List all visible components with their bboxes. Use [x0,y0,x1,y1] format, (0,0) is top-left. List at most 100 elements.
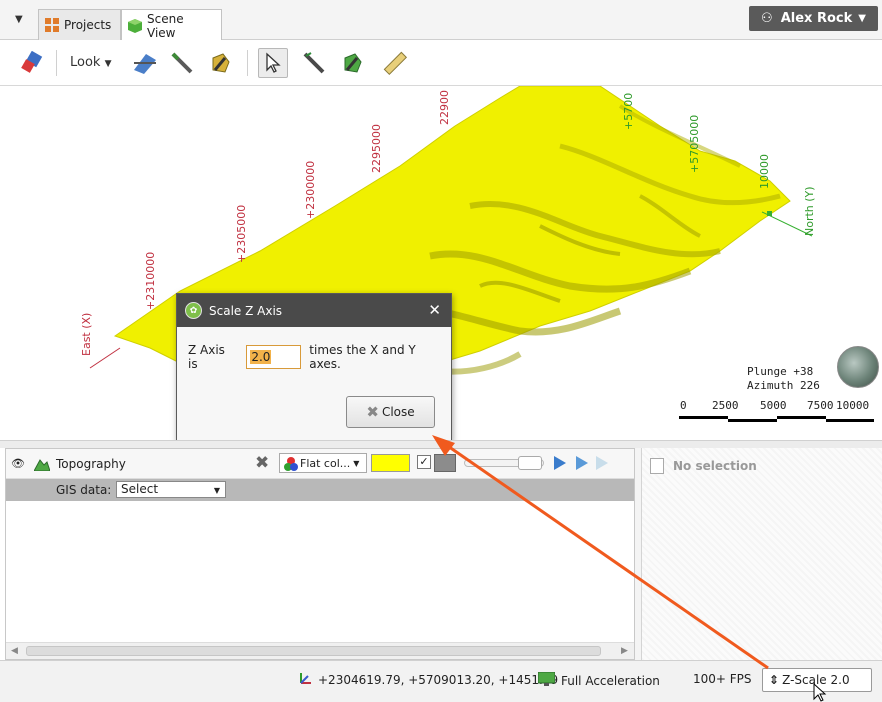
scale-z-axis-dialog: ✿ Scale Z Axis ✕ Z Axis is 2.0 times the… [176,293,452,443]
scrollbar-thumb[interactable] [26,646,601,656]
user-icon: ⚇ [761,11,773,26]
east-tick-label: +2305000 [235,204,248,263]
scale-label: 2500 [712,399,739,412]
plunge-readout: Plunge +38 [747,365,814,378]
user-name: Alex Rock [780,11,853,26]
north-tick-label: 10000 [758,154,771,189]
opacity-slider-handle[interactable] [518,456,542,470]
close-button-label: Close [381,405,415,419]
remove-object-icon[interactable]: ✖ [255,453,269,473]
polyline-draw-icon [303,52,325,74]
user-menu-button[interactable]: ⚇ Alex Rock ▼ [749,6,878,31]
orientation-globe[interactable] [837,346,879,388]
east-tick-label: +2310000 [144,251,157,310]
scroll-left-icon[interactable]: ◀ [11,646,18,656]
chevron-down-icon: ▼ [858,13,866,24]
draw-points-button[interactable] [337,48,367,78]
acceleration-text: Full Acceleration [561,673,660,688]
shading-wire-icon[interactable] [594,455,610,474]
gis-data-select[interactable]: Select ▼ [116,481,226,498]
north-tick-label: +5705000 [688,114,701,173]
backface-checkbox[interactable]: ✓ [417,455,431,469]
no-selection-info: No selection [650,458,757,474]
scale-label: 5000 [760,399,787,412]
z-axis-suffix: times the X and Y axes. [309,343,416,371]
color-mode-label: Flat col... [300,456,351,470]
shading-flat-icon[interactable] [574,455,590,474]
points-draw-icon [344,53,362,73]
monitor-icon [537,671,556,689]
chevron-down-icon: ▼ [353,458,360,468]
panel-splitter[interactable] [0,440,882,448]
tab-projects[interactable]: Projects [38,9,121,40]
tab-projects-label: Projects [64,18,112,32]
selection-panel: No selection [641,448,882,660]
toolbar-separator [56,50,57,76]
north-axis-label: North (Y) [803,186,816,236]
tab-scene-view[interactable]: Scene View [121,9,222,41]
dialog-titlebar[interactable]: ✿ Scale Z Axis [177,294,451,327]
scene-toolbar: Look ▼ [0,40,882,86]
color-swatch[interactable] [371,454,410,472]
north-tick-label: +5700 [622,92,635,130]
azimuth-readout: Azimuth 226 [747,379,820,392]
slice-button[interactable] [130,48,160,78]
z-axis-prefix: Z Axis is [188,343,225,371]
scale-bar [679,416,874,422]
tab-bar: ▼ Projects Scene View ⚇ Alex Rock ▼ [0,0,882,41]
polygon-draw-icon [212,53,230,73]
status-bar: +2304619.79, +5709013.20, +1451.49 Full … [0,660,882,702]
draw-polygon-button[interactable] [205,48,235,78]
coordinates-text: +2304619.79, +5709013.20, +1451.49 [318,672,559,687]
dialog-title: Scale Z Axis [209,303,283,318]
document-icon [650,458,664,474]
color-mode-dropdown[interactable]: Flat col... ▼ [279,453,367,473]
backface-color-swatch[interactable] [434,454,456,472]
object-row: 👁 Topography ✖ Flat col... ▼ ✓ [6,449,634,479]
z-scale-value: 2.0 [250,350,272,364]
draw-polyline-button[interactable] [299,48,329,78]
tab-list-menu-icon[interactable]: ▼ [15,14,23,25]
east-tick-label: +2300000 [304,160,317,219]
horizontal-scrollbar[interactable]: ◀ ▶ [6,642,634,659]
fps-readout: 100+ FPS [693,672,752,686]
z-scale-icon: ⇕ [769,673,780,687]
gis-data-label: GIS data: [56,483,112,497]
close-button[interactable]: ✖ Close [346,396,435,428]
opacity-slider[interactable] [464,456,544,470]
pointer-icon [266,52,281,73]
z-scale-input[interactable]: 2.0 [246,345,302,369]
axes-icon [300,672,312,687]
shading-smooth-icon[interactable] [552,455,568,474]
measure-button[interactable] [380,48,410,78]
scroll-right-icon[interactable]: ▶ [621,646,628,656]
scale-label: 10000 [836,399,870,412]
close-x-icon: ✖ [366,403,379,421]
scale-label: 7500 [807,399,834,412]
projects-grid-icon [45,18,59,32]
object-properties-panel: 👁 Topography ✖ Flat col... ▼ ✓ GIS data:… [5,448,635,660]
no-selection-label: No selection [673,459,757,473]
chevron-down-icon: ▼ [104,59,112,69]
scale-label: 0 [680,399,687,412]
view-orientation-info: Plunge +38 Azimuth 226 [747,365,820,393]
tab-scene-view-label: Scene View [147,11,184,40]
east-tick-label: 22900 [438,90,451,125]
draw-line-button[interactable] [167,48,197,78]
app-logo-icon: ✿ [185,302,202,319]
z-axis-row: Z Axis is 2.0 times the X and Y axes. [188,343,451,371]
close-icon[interactable]: ✕ [428,301,441,319]
east-tick-label: 2295000 [370,124,383,173]
gis-data-row: GIS data: Select ▼ [6,479,634,501]
look-dropdown[interactable]: Look ▼ [70,55,112,70]
eye-icon[interactable]: 👁 [11,457,25,470]
toolbar-separator [247,50,248,76]
slice-icon [134,54,156,74]
scale-bar-labels: 0 2500 5000 7500 10000 [678,399,878,413]
topography-icon [33,457,51,474]
select-pointer-button[interactable] [258,48,288,78]
color-circles-icon [284,457,298,474]
ruler-icon [383,51,408,76]
clear-scene-button[interactable] [17,48,47,78]
gis-data-value: Select [121,482,159,496]
